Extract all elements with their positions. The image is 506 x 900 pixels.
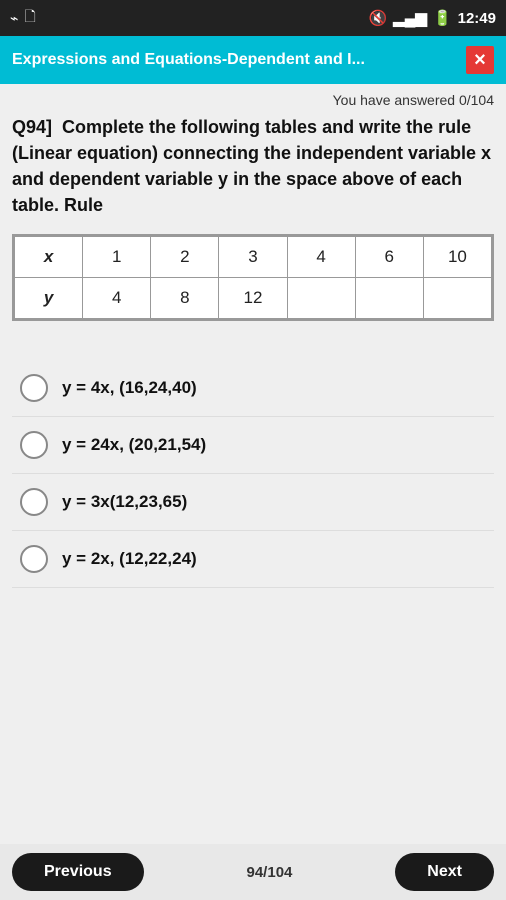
option-b-label: y = 24x, (20,21,54) [62, 435, 206, 455]
previous-button[interactable]: Previous [12, 853, 144, 891]
status-bar: ⌁ 🗋 🔇 ▂▄▆ 🔋 12:49 [0, 0, 506, 36]
content-area: You have answered 0/104 Q94] Complete th… [0, 84, 506, 844]
status-bar-right: 🔇 ▂▄▆ 🔋 12:49 [369, 9, 496, 27]
option-c[interactable]: y = 3x(12,23,65) [12, 474, 494, 531]
table-header-row: x 1 2 3 4 6 10 [15, 237, 492, 278]
table-cell-4: 4 [287, 237, 355, 278]
table-cell-y10 [423, 278, 491, 319]
signal-icon: ▂▄▆ [393, 9, 427, 27]
question-text: Q94] Complete the following tables and w… [12, 114, 494, 218]
option-a-label: y = 4x, (16,24,40) [62, 378, 197, 398]
options-container: y = 4x, (16,24,40) y = 24x, (20,21,54) y… [12, 360, 494, 588]
option-b[interactable]: y = 24x, (20,21,54) [12, 417, 494, 474]
close-button[interactable]: × [466, 46, 494, 74]
mute-icon: 🔇 [369, 9, 388, 27]
table-cell-y: y [15, 278, 83, 319]
table-data-row: y 4 8 12 [15, 278, 492, 319]
table-cell-y1: 4 [83, 278, 151, 319]
page-indicator: 94/104 [247, 864, 293, 881]
header-bar: Expressions and Equations-Dependent and … [0, 36, 506, 84]
table-cell-y3: 12 [219, 278, 287, 319]
table-cell-y6 [355, 278, 423, 319]
table-cell-1: 1 [83, 237, 151, 278]
table-cell-y4 [287, 278, 355, 319]
option-a[interactable]: y = 4x, (16,24,40) [12, 360, 494, 417]
table-cell-y2: 8 [151, 278, 219, 319]
table-cell-10: 10 [423, 237, 491, 278]
option-d-label: y = 2x, (12,22,24) [62, 549, 197, 569]
table-cell-6: 6 [355, 237, 423, 278]
question-body: Complete the following tables and write … [12, 117, 491, 215]
data-table: x 1 2 3 4 6 10 y 4 8 12 [12, 234, 494, 321]
radio-c[interactable] [20, 488, 48, 516]
radio-b[interactable] [20, 431, 48, 459]
table-cell-x: x [15, 237, 83, 278]
answered-text: You have answered 0/104 [12, 92, 494, 108]
table-cell-3: 3 [219, 237, 287, 278]
next-button[interactable]: Next [395, 853, 494, 891]
option-c-label: y = 3x(12,23,65) [62, 492, 187, 512]
usb-icon: ⌁ [10, 10, 18, 27]
status-bar-left: ⌁ 🗋 [10, 6, 36, 30]
radio-a[interactable] [20, 374, 48, 402]
option-d[interactable]: y = 2x, (12,22,24) [12, 531, 494, 588]
header-title: Expressions and Equations-Dependent and … [12, 51, 466, 69]
clock: 12:49 [458, 10, 496, 27]
table-cell-2: 2 [151, 237, 219, 278]
radio-d[interactable] [20, 545, 48, 573]
question-number: Q94] [12, 117, 52, 137]
file-icon: 🗋 [24, 6, 35, 30]
battery-icon: 🔋 [433, 9, 452, 27]
bottom-bar: Previous 94/104 Next [0, 844, 506, 900]
